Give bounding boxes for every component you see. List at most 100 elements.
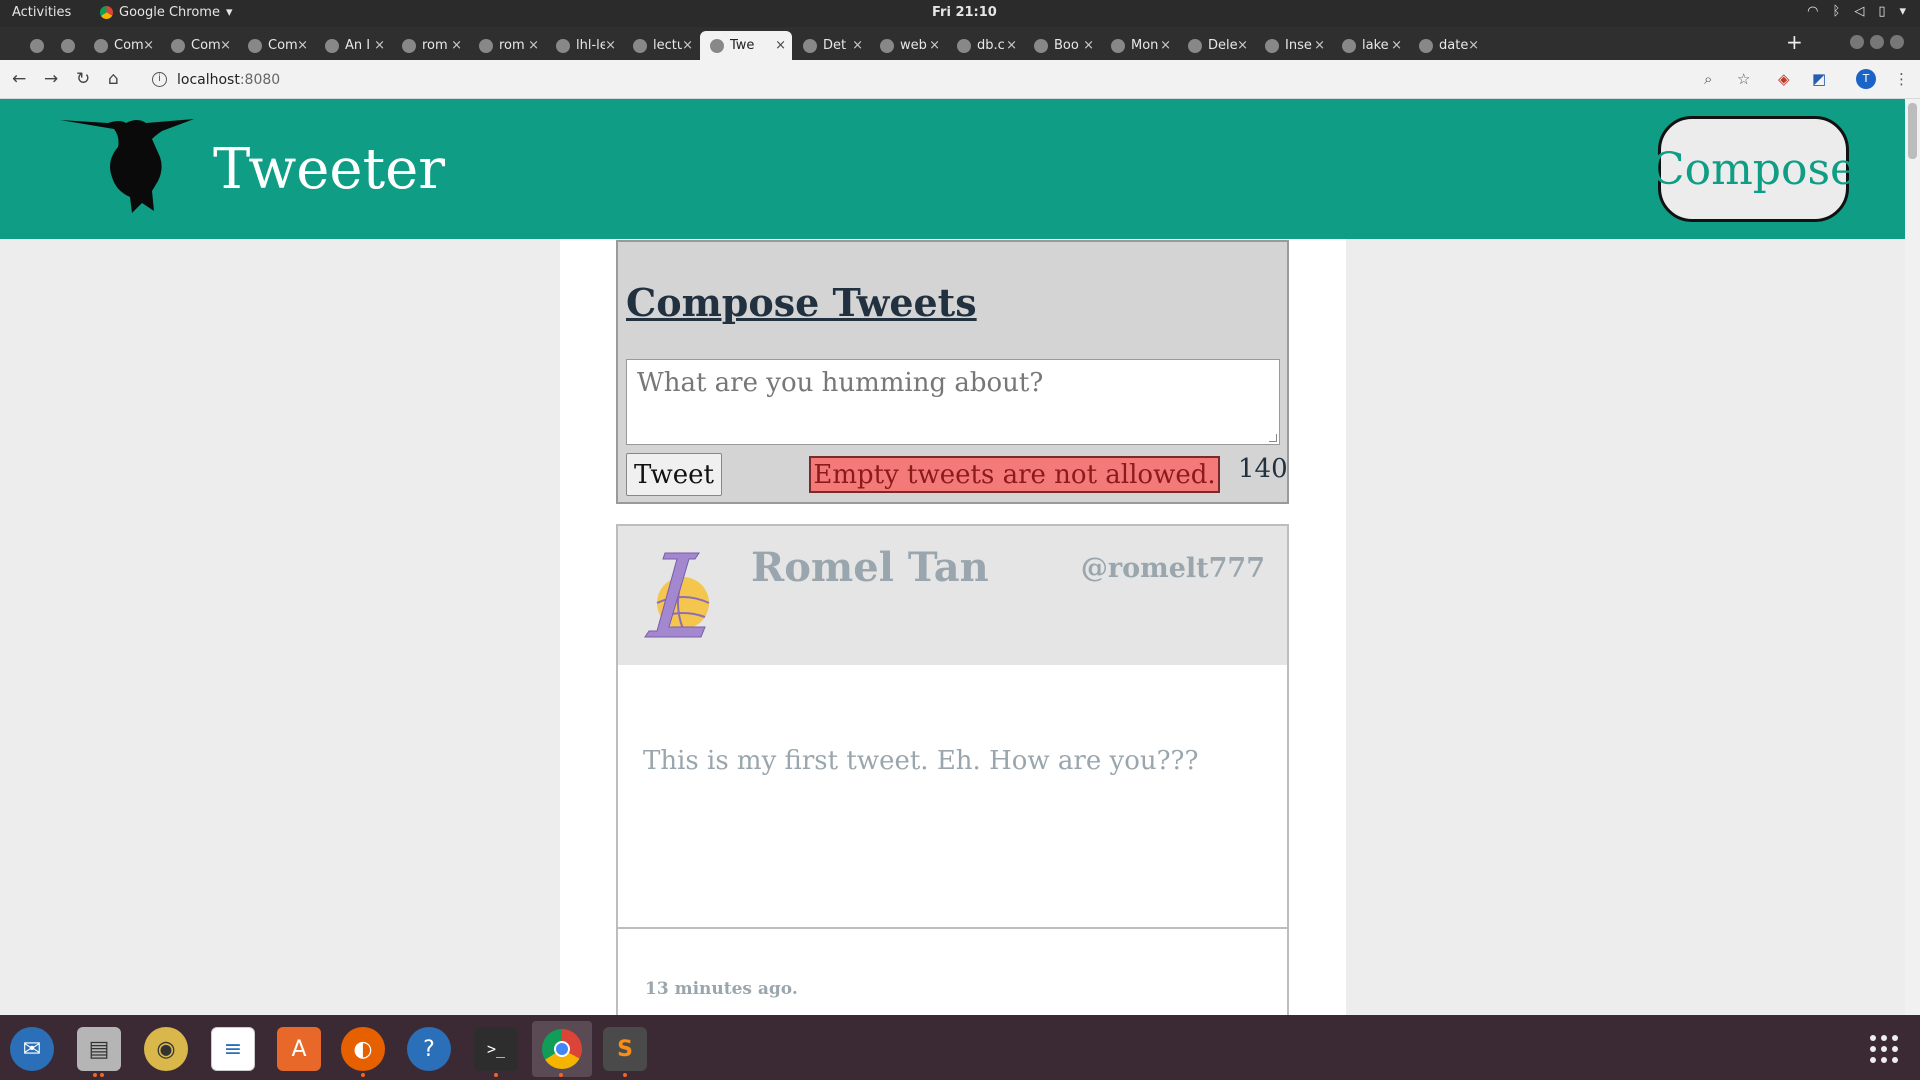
browser-tab[interactable]: Com × — [161, 31, 237, 60]
brand-title: Tweeter — [213, 137, 445, 202]
chrome-icon — [542, 1029, 582, 1069]
resize-handle-icon[interactable] — [1269, 434, 1277, 442]
browser-tab[interactable]: Mon × — [1101, 31, 1177, 60]
chrome-icon — [100, 6, 113, 19]
tab-close-icon[interactable]: × — [1083, 38, 1094, 53]
files-icon[interactable]: ▤ — [77, 1027, 121, 1071]
browser-tab[interactable]: Boo × — [1024, 31, 1100, 60]
app-menu-label: Google Chrome — [119, 5, 220, 20]
tab-close-icon[interactable]: × — [1314, 38, 1325, 53]
tab-close-icon[interactable]: × — [1006, 38, 1017, 53]
new-tab-button[interactable]: + — [1786, 30, 1803, 54]
github-icon — [633, 38, 647, 53]
browser-toolbar: ← → ↻ ⌂ i localhost:8080 ⌕ ☆ ◈ ◩ ⋮ — [0, 60, 1920, 99]
scrollbar-thumb[interactable] — [1908, 103, 1917, 159]
tab-close-icon[interactable]: × — [220, 38, 231, 53]
thunderbird-icon[interactable]: ✉ — [10, 1027, 54, 1071]
tab-close-icon[interactable]: × — [852, 38, 863, 53]
tab-close-icon[interactable]: × — [528, 38, 539, 53]
browser-tab[interactable]: db.c × — [947, 31, 1023, 60]
tab-close-icon[interactable]: × — [297, 38, 308, 53]
minimize-button[interactable] — [1850, 35, 1864, 49]
browser-tab[interactable]: Com × — [84, 31, 160, 60]
browser-tab[interactable]: Com × — [238, 31, 314, 60]
forward-arrow-icon[interactable]: → — [44, 69, 58, 89]
firefox-icon[interactable]: ◐ — [341, 1027, 385, 1071]
close-window-button[interactable] — [1890, 35, 1904, 49]
menu-kebab-icon[interactable]: ⋮ — [1894, 70, 1909, 88]
software-center-icon[interactable]: A — [277, 1027, 321, 1071]
tab-close-icon[interactable]: × — [1160, 38, 1171, 53]
browser-tab[interactable]: date × — [1409, 31, 1485, 60]
browser-tab[interactable]: Twe × — [700, 31, 792, 60]
tab-close-icon[interactable]: × — [1237, 38, 1248, 53]
tab-close-icon[interactable]: × — [143, 38, 154, 53]
libreoffice-writer-icon[interactable]: ≡ — [211, 1027, 255, 1071]
clock[interactable]: Fri 21:10 — [932, 5, 997, 20]
app-menu[interactable]: Google Chrome ▾ — [100, 5, 233, 20]
reload-icon[interactable]: ↻ — [76, 69, 90, 89]
caret-down-icon: ▾ — [1899, 4, 1906, 19]
tab-close-icon[interactable]: × — [1391, 38, 1402, 53]
browser-tab[interactable]: An I × — [315, 31, 391, 60]
browser-tab[interactable]: rom × — [469, 31, 545, 60]
ublock-extension-icon[interactable]: ◈ — [1778, 70, 1790, 88]
sublime-text-icon[interactable]: S — [603, 1027, 647, 1071]
running-indicator — [100, 1073, 104, 1077]
bookmark-star-icon[interactable]: ☆ — [1737, 70, 1750, 88]
tab-close-icon[interactable]: × — [605, 38, 616, 53]
page-scrollbar[interactable] — [1905, 99, 1920, 1015]
tab-close-icon[interactable]: × — [929, 38, 940, 53]
home-icon[interactable]: ⌂ — [108, 69, 119, 89]
circle-icon — [94, 38, 108, 53]
back-arrow-icon[interactable]: ← — [12, 69, 26, 89]
tweet-textarea[interactable]: What are you humming about? — [626, 359, 1280, 445]
address-bar[interactable]: i localhost:8080 — [140, 65, 1714, 94]
rhythmbox-icon[interactable]: ◉ — [144, 1027, 188, 1071]
compose-button[interactable]: Compose — [1651, 116, 1856, 222]
browser-tab[interactable]: lake × — [1332, 31, 1408, 60]
extension-icon[interactable]: ◩ — [1812, 70, 1826, 88]
url-host: localhost — [177, 71, 240, 88]
grid-dot — [1892, 1035, 1898, 1041]
tab-close-icon[interactable]: × — [682, 38, 693, 53]
tab-close-icon[interactable]: × — [1468, 38, 1479, 53]
site-info-icon[interactable]: i — [152, 72, 167, 87]
profile-avatar[interactable]: T — [1856, 69, 1876, 89]
zoom-icon[interactable]: ⌕ — [1704, 70, 1712, 88]
tab-title: Dele — [1208, 38, 1238, 53]
caret-down-icon: ▾ — [225, 5, 233, 20]
maximize-button[interactable] — [1870, 35, 1884, 49]
running-indicator — [623, 1073, 627, 1077]
browser-tab[interactable] — [22, 31, 52, 60]
browser-tab[interactable]: lectu × — [623, 31, 699, 60]
tweet-submit-button[interactable]: Tweet — [626, 453, 722, 496]
browser-tab[interactable]: web × — [870, 31, 946, 60]
tab-title: rom — [422, 38, 448, 53]
terminal-icon[interactable]: >_ — [474, 1027, 518, 1071]
browser-tab[interactable]: lhl-le × — [546, 31, 622, 60]
running-indicator — [559, 1073, 563, 1077]
google-icon — [1342, 38, 1356, 53]
grid-dot — [1892, 1046, 1898, 1052]
lakers-avatar-icon — [644, 552, 710, 638]
tab-title: lhl-le — [576, 38, 606, 53]
help-icon[interactable]: ? — [407, 1027, 451, 1071]
browser-tab[interactable] — [53, 31, 83, 60]
browser-tab[interactable]: Inse × — [1255, 31, 1331, 60]
tweet-card: Romel Tan @romelt777 This is my first tw… — [616, 524, 1289, 1015]
system-tray[interactable]: ◠ ᛒ ◁ ▯ ▾ — [1807, 4, 1906, 19]
grid-dot — [1881, 1035, 1887, 1041]
chrome-dock-active[interactable] — [532, 1021, 592, 1077]
tab-close-icon[interactable]: × — [451, 38, 462, 53]
tab-close-icon[interactable]: × — [775, 38, 786, 53]
tab-title: Com — [191, 38, 221, 53]
tab-close-icon[interactable]: × — [374, 38, 385, 53]
browser-tab[interactable]: rom × — [392, 31, 468, 60]
browser-tab[interactable]: Dele × — [1178, 31, 1254, 60]
activities-button[interactable]: Activities — [12, 5, 71, 20]
show-applications-icon[interactable] — [1870, 1035, 1898, 1063]
ubuntu-dock: ✉ ▤ ◉ ≡ A ◐ ? >_ S — [0, 1015, 1920, 1080]
char-counter: 140 — [1238, 454, 1288, 484]
browser-tab[interactable]: Det × — [793, 31, 869, 60]
